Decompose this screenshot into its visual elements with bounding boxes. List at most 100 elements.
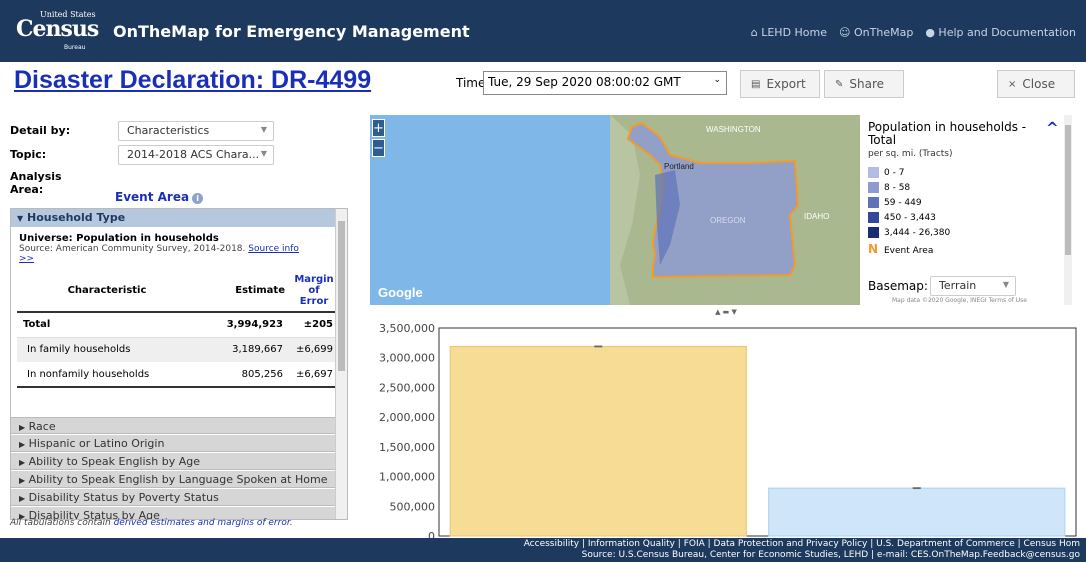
- triangle-down-icon: ▼: [17, 214, 24, 223]
- triangle-right-icon: ▶: [19, 458, 26, 467]
- map-view[interactable]: WASHINGTON IDAHO Portland OREGON Google …: [370, 115, 860, 305]
- universe-text: Universe: Population in households: [19, 233, 219, 244]
- footer-source: Source: U.S.Census Bureau, Center for Ec…: [581, 550, 1080, 560]
- zoom-out-button[interactable]: −: [372, 139, 385, 157]
- page-title[interactable]: Disaster Declaration: DR-4499: [14, 66, 371, 95]
- app-title: OnTheMap for Emergency Management: [113, 22, 470, 41]
- scrollbar-thumb[interactable]: [1065, 125, 1071, 255]
- detail-label: Detail by:: [10, 124, 71, 137]
- characteristics-panel: ▼ Household Type Universe: Population in…: [10, 208, 348, 520]
- y-tick-label: 1,500,000: [379, 441, 435, 454]
- chart-canvas: 0 500,000 1,000,000 1,500,000 2,000,000 2,500…: [379, 322, 1077, 543]
- section-race[interactable]: ▶ Race: [11, 417, 347, 434]
- onthemap-link[interactable]: ☺ OnTheMap: [839, 26, 913, 39]
- legend-item-event-area: N Event Area: [868, 242, 934, 256]
- y-tick-label: 1,000,000: [379, 471, 435, 484]
- legend-swatch: [868, 182, 879, 193]
- person-icon: ☺: [839, 26, 851, 39]
- map-label-washington: WASHINGTON: [706, 125, 761, 134]
- map-legend: Population in households - Total ^ per s…: [862, 115, 1072, 305]
- section-english-by-age[interactable]: ▶ Ability to Speak English by Age: [11, 453, 347, 470]
- triangle-right-icon: ▶: [19, 440, 26, 449]
- top-links: ⌂ LEHD Home ☺ OnTheMap ● Help and Docume…: [751, 26, 1076, 39]
- logo-bureau-text: Bureau: [64, 44, 86, 51]
- characteristics-table: Characteristic Estimate Margin of Error …: [17, 270, 339, 388]
- source-info-link[interactable]: Source info: [248, 244, 299, 254]
- y-tick-label: 2,000,000: [379, 411, 435, 424]
- caret-down-icon: ▼: [260, 125, 267, 134]
- close-button[interactable]: × Close: [997, 70, 1075, 98]
- map-label-oregon: OREGON: [710, 216, 746, 225]
- time-label: Time: [456, 76, 486, 90]
- analysis-label: Analysis Area:: [10, 170, 62, 196]
- bar: [768, 487, 1066, 537]
- share-button[interactable]: ✎ Share: [824, 70, 904, 98]
- source-more-link[interactable]: >>: [19, 254, 34, 264]
- detail-select[interactable]: Characteristics ▼: [118, 121, 274, 141]
- table-row: In nonfamily households 805,256 ±6,697: [17, 362, 339, 388]
- legend-item: 0 - 7: [868, 167, 950, 182]
- help-link[interactable]: ● Help and Documentation: [925, 26, 1076, 39]
- legend-title: Population in households - Total: [868, 120, 1027, 147]
- household-type-header[interactable]: ▼ Household Type: [11, 209, 347, 227]
- time-select[interactable]: Tue, 29 Sep 2020 08:00:02 GMT ⌄: [483, 71, 727, 95]
- google-logo: Google: [378, 285, 423, 300]
- scrollbar-thumb[interactable]: [338, 221, 345, 371]
- legend-item: 8 - 58: [868, 182, 950, 197]
- basemap-select[interactable]: Terrain ▼: [930, 276, 1016, 296]
- col-margin-of-error: Margin of Error: [289, 270, 339, 313]
- topic-select[interactable]: 2014-2018 ACS Chara... ▼: [118, 145, 274, 165]
- share-icon: ✎: [835, 78, 844, 90]
- help-icon: ●: [925, 26, 935, 39]
- source-text: Source: American Community Survey, 2014-…: [19, 244, 299, 264]
- legend-item: 3,444 - 26,380: [868, 227, 950, 242]
- triangle-right-icon: ▶: [19, 423, 26, 432]
- col-estimate: Estimate: [197, 270, 289, 313]
- legend-collapse-icon[interactable]: ^: [1046, 119, 1059, 137]
- info-icon[interactable]: i: [192, 193, 204, 204]
- legend-item: 450 - 3,443: [868, 212, 950, 227]
- chevron-down-icon: ⌄: [713, 75, 721, 85]
- legend-swatch: [868, 197, 879, 208]
- bar-chart: 0 500,000 1,000,000 1,500,000 2,000,000 2,500…: [368, 320, 1078, 543]
- footnote: All tabulations contain derived estimate…: [10, 518, 293, 528]
- app-header: United States Census Bureau OnTheMap for…: [0, 0, 1086, 62]
- export-button[interactable]: ▤ Export: [740, 70, 820, 98]
- triangle-right-icon: ▶: [19, 494, 26, 503]
- y-tick-label: 0: [428, 530, 435, 538]
- zoom-in-button[interactable]: +: [372, 119, 385, 137]
- census-logo[interactable]: United States Census Bureau: [14, 8, 99, 54]
- home-icon: ⌂: [750, 26, 758, 39]
- legend-swatch: [868, 212, 879, 223]
- caret-down-icon: ▼: [260, 149, 267, 158]
- export-icon: ▤: [751, 78, 761, 90]
- legend-subtitle: per sq. mi. (Tracts): [868, 149, 953, 159]
- legend-scrollbar[interactable]: [1064, 115, 1072, 305]
- y-tick-label: 3,000,000: [379, 352, 435, 365]
- lehd-home-link[interactable]: ⌂ LEHD Home: [751, 26, 827, 39]
- y-tick-label: 500,000: [390, 500, 436, 513]
- section-english-by-language[interactable]: ▶ Ability to Speak English by Language S…: [11, 471, 347, 488]
- col-characteristic: Characteristic: [17, 270, 197, 313]
- splitter-controls[interactable]: ▲ ▬ ▼: [706, 308, 746, 318]
- section-hispanic-origin[interactable]: ▶ Hispanic or Latino Origin: [11, 435, 347, 452]
- analysis-area-link[interactable]: Event Area i: [115, 190, 204, 204]
- y-tick-label: 3,500,000: [379, 322, 435, 335]
- legend-item: 59 - 449: [868, 197, 950, 212]
- close-icon: ×: [1008, 78, 1017, 90]
- derived-estimates-link[interactable]: derived estimates and margins of error: [114, 518, 290, 528]
- y-tick-label: 2,500,000: [379, 381, 435, 394]
- map-attribution: Map data ©2020 Google, INEGI Terms of Us…: [892, 297, 1027, 304]
- toolbar: Disaster Declaration: DR-4499 Time Tue, …: [0, 62, 1086, 108]
- logo-census-text: Census: [16, 16, 99, 42]
- table-row: Total 3,994,923 ±205: [17, 312, 339, 338]
- basemap-label: Basemap:: [868, 279, 928, 293]
- topic-label: Topic:: [10, 148, 47, 161]
- panel-scrollbar[interactable]: [335, 209, 347, 519]
- legend-swatch: [868, 167, 879, 178]
- caret-down-icon: ▼: [1002, 280, 1009, 289]
- bar: [449, 345, 747, 537]
- section-disability-poverty[interactable]: ▶ Disability Status by Poverty Status: [11, 489, 347, 506]
- footer-links[interactable]: Accessibility | Information Quality | FO…: [0, 539, 1080, 550]
- map-label-portland: Portland: [664, 162, 694, 171]
